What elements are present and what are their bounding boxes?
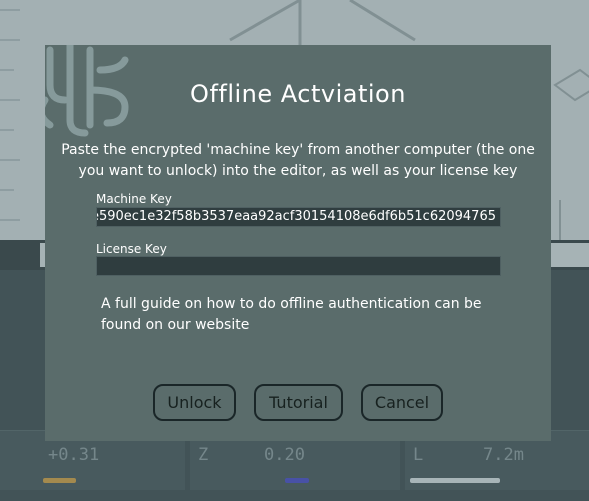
license-key-field[interactable] xyxy=(96,256,501,276)
machine-key-label: Machine Key xyxy=(96,192,172,206)
machine-key-value: 1c77ce590ec1e32f58b3537eaa92acf30154108e… xyxy=(96,209,496,224)
cancel-button[interactable]: Cancel xyxy=(361,384,443,421)
machine-key-field[interactable]: 1c77ce590ec1e32f58b3537eaa92acf30154108e… xyxy=(96,207,501,227)
guide-text: A full guide on how to do offline authen… xyxy=(101,296,482,333)
tutorial-button[interactable]: Tutorial xyxy=(254,384,343,421)
dialog-title: Offline Actviation xyxy=(190,80,406,108)
offline-activation-dialog: Offline Actviation Paste the encrypted '… xyxy=(45,45,551,441)
unlock-button[interactable]: Unlock xyxy=(153,384,236,421)
dialog-description: Paste the encrypted 'machine key' from a… xyxy=(61,142,535,179)
license-key-label: License Key xyxy=(96,242,167,256)
